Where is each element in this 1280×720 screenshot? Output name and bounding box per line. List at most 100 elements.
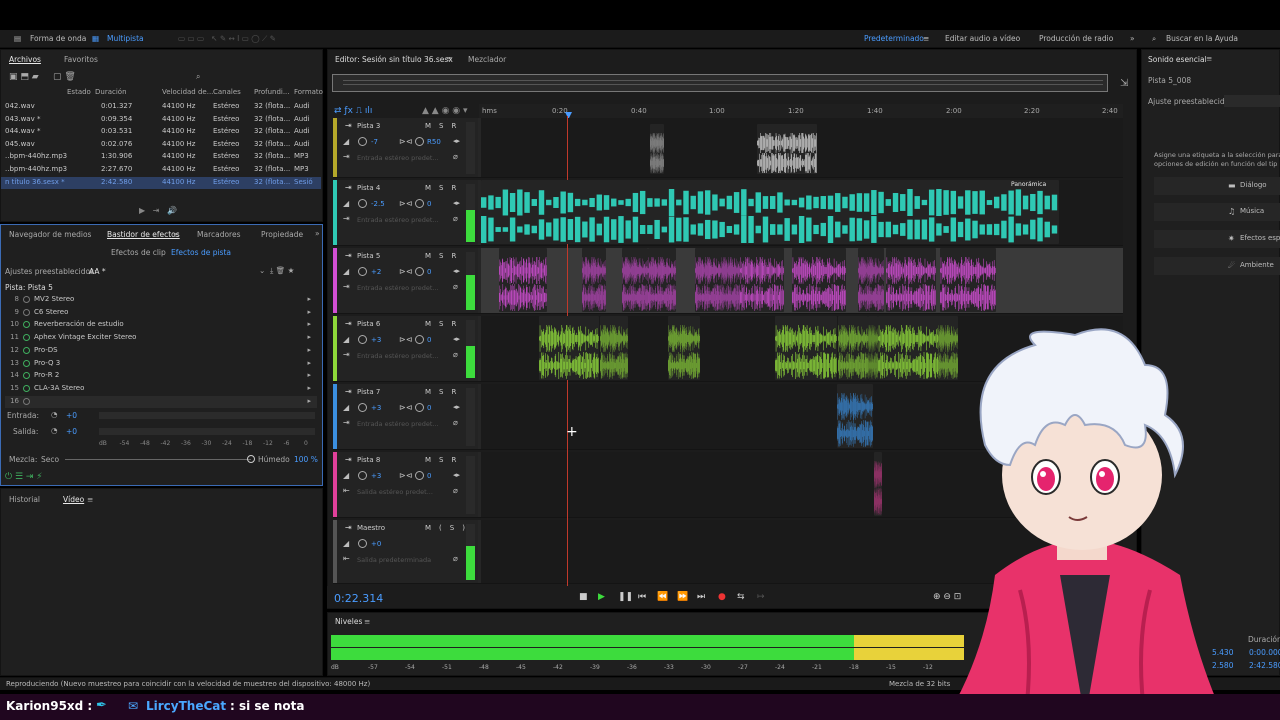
tab-properties[interactable]: Propiedade <box>261 230 303 239</box>
effect-power-icon[interactable] <box>23 397 30 405</box>
zoom-nav-icon[interactable]: ⇲ <box>1120 78 1128 89</box>
track-pan[interactable]: 0 <box>427 336 431 344</box>
volume-knob[interactable] <box>358 137 367 146</box>
volume-knob[interactable] <box>358 199 367 208</box>
effect-power-icon[interactable] <box>23 359 30 367</box>
pan-knob[interactable] <box>415 137 424 146</box>
workspace-radio[interactable]: Producción de radio <box>1039 30 1113 48</box>
volume-knob[interactable] <box>358 539 367 548</box>
files-search-icon[interactable]: ⌕ <box>196 72 200 82</box>
audio-clip[interactable] <box>582 248 606 312</box>
link-icon[interactable]: ◂▸ <box>453 267 460 275</box>
tab-track-effects[interactable]: Efectos de pista <box>171 248 231 257</box>
pan-knob[interactable] <box>415 403 424 412</box>
audio-clip[interactable] <box>648 248 676 312</box>
tab-favorites[interactable]: Favoritos <box>64 55 98 64</box>
toolbar-tools[interactable]: ▭ ▭ ▭ ↖ ✎ ↔ I ▭ ◯ ⟋ ✎ <box>178 30 276 48</box>
track-io[interactable]: Entrada estéreo predet... <box>357 352 439 360</box>
effect-arrow-icon[interactable]: ▸ <box>307 308 311 316</box>
track-name[interactable]: Maestro <box>357 524 385 532</box>
fx-bypass-icon[interactable]: ⌀ <box>453 486 458 495</box>
type-dialogue-button[interactable]: ▬ Diálogo <box>1154 177 1280 195</box>
track-pan[interactable]: 0 <box>427 404 431 412</box>
track-pan[interactable]: 0 <box>427 200 431 208</box>
audio-clip[interactable] <box>499 248 547 312</box>
tab-clip-effects[interactable]: Efectos de clip <box>111 248 166 257</box>
fx-bypass-icon[interactable]: ⌀ <box>453 350 458 359</box>
link-icon[interactable]: ◂▸ <box>453 335 460 343</box>
audio-clip[interactable] <box>757 124 817 174</box>
effect-slot[interactable]: 10 Reverberación de estudio ▸ <box>5 319 317 331</box>
output-knob-icon[interactable]: ◔ <box>51 426 58 435</box>
input-knob-icon[interactable]: ◔ <box>51 410 58 419</box>
audio-clip[interactable] <box>837 384 873 448</box>
tab-media-browser[interactable]: Navegador de medios <box>9 230 91 239</box>
audio-clip[interactable] <box>650 124 664 174</box>
fx-bypass-icon[interactable]: ⌀ <box>453 214 458 223</box>
effect-power-icon[interactable] <box>23 296 30 303</box>
mix-percent[interactable]: 100 % <box>294 455 318 464</box>
workspace-edit-video[interactable]: Editar audio a vídeo <box>945 30 1020 48</box>
video-menu-icon[interactable]: ≡ <box>87 495 93 504</box>
track-name[interactable]: Pista 5 <box>357 252 380 260</box>
volume-knob[interactable] <box>358 335 367 344</box>
multitrack-icon[interactable]: ▦ <box>92 30 99 48</box>
effect-slot[interactable]: 15 CLA-3A Stereo ▸ <box>5 383 317 395</box>
effect-slot[interactable]: 8 MV2 Stereo ▸ <box>5 294 317 306</box>
track-volume[interactable]: -7 <box>371 138 378 146</box>
tab-video[interactable]: Vídeo <box>63 495 84 504</box>
link-icon[interactable]: ◂▸ <box>453 199 460 207</box>
audio-clip[interactable] <box>878 316 940 380</box>
pan-knob[interactable] <box>415 335 424 344</box>
editor-menu-icon[interactable]: ≡ <box>446 54 452 63</box>
type-ambience-button[interactable]: ☄ Ambiente <box>1154 257 1280 275</box>
play-button[interactable]: ▶ <box>598 592 605 602</box>
track-volume[interactable]: -2.5 <box>371 200 385 208</box>
pan-knob[interactable] <box>415 471 424 480</box>
overview-bar[interactable] <box>332 74 1108 92</box>
audio-clip[interactable] <box>938 316 958 380</box>
track-volume[interactable]: +0 <box>371 540 381 548</box>
type-sfx-button[interactable]: ✷ Efectos esp <box>1154 230 1280 248</box>
track-msr-buttons[interactable]: MSR <box>425 456 464 464</box>
effect-slot[interactable]: 14 Pro-R 2 ▸ <box>5 370 317 382</box>
track-name[interactable]: Pista 6 <box>357 320 380 328</box>
tab-files[interactable]: Archivos <box>9 55 41 64</box>
track-io[interactable]: Entrada estéreo predet... <box>357 420 439 428</box>
go-start-button[interactable]: ⏮ <box>638 592 646 602</box>
track-io[interactable]: Salida predeterminada <box>357 556 431 564</box>
track-msr-buttons[interactable]: MSR <box>425 320 464 328</box>
track-3[interactable]: ⇥ Pista 3 MSR ◢ -7 ⊳⊲ R50 ◂▸ ⇥ Entrada estéreo pr… <box>333 118 1123 178</box>
effect-power-icon[interactable] <box>23 321 30 329</box>
skip-button[interactable]: ↦ <box>757 592 765 602</box>
audio-clip[interactable] <box>622 248 648 312</box>
track-volume[interactable]: +3 <box>371 472 381 480</box>
levels-menu-icon[interactable]: ≡ <box>364 617 370 626</box>
essential-menu-icon[interactable]: ≡ <box>1206 54 1212 63</box>
tab-effects-rack[interactable]: Bastidor de efectos <box>107 230 180 239</box>
track-io[interactable]: Salida estéreo predet... <box>357 488 433 496</box>
file-row[interactable]: 043.wav * 0:09.354 44100 Hz Estéreo 32 (flot… <box>1 114 321 126</box>
effect-slot[interactable]: 11 Aphex Vintage Exciter Stereo ▸ <box>5 332 317 344</box>
file-row[interactable]: 042.wav 0:01.327 44100 Hz Estéreo 32 (flota.… <box>1 101 321 113</box>
audio-clip[interactable] <box>721 248 741 312</box>
effect-power-icon[interactable] <box>23 334 30 342</box>
fx-bypass-icon[interactable]: ⌀ <box>453 418 458 427</box>
fast-forward-button[interactable]: ⏩ <box>677 592 688 602</box>
input-gain-value[interactable]: +0 <box>66 411 77 420</box>
audio-clip[interactable] <box>668 316 700 380</box>
track-pan[interactable]: 0 <box>427 472 431 480</box>
effect-slot[interactable]: 13 Pro-Q 3 ▸ <box>5 358 317 370</box>
output-gain-value[interactable]: +0 <box>66 427 77 436</box>
track-name[interactable]: Pista 4 <box>357 184 380 192</box>
audio-clip[interactable] <box>868 316 878 380</box>
effect-slot[interactable]: 9 C6 Stereo ▸ <box>5 307 317 319</box>
type-music-button[interactable]: ♫ Música <box>1154 203 1280 221</box>
waveform-mode-button[interactable]: Forma de onda <box>30 30 86 48</box>
tab-history[interactable]: Historial <box>9 495 40 504</box>
file-actions-icons[interactable]: ▣ ⬒ ▰ ▢ 🗑 <box>9 72 76 82</box>
effect-slot[interactable]: 16 ▸ <box>5 395 317 408</box>
pan-knob[interactable] <box>415 199 424 208</box>
fx-bypass-icon[interactable]: ⌀ <box>453 554 458 563</box>
audio-clip[interactable] <box>792 248 846 312</box>
